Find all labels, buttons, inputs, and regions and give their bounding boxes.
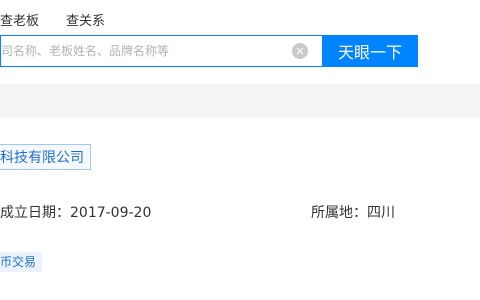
industry-tag[interactable]: 币交易 [0,252,43,272]
clear-icon[interactable]: × [292,43,308,59]
search-input[interactable] [1,36,287,66]
tab-relations[interactable]: 查关系 [66,10,105,29]
search-header: 查老板 查关系 × 天眼一下 [0,0,480,84]
established-date: 成立日期：2017-09-20 [0,205,152,221]
section-divider-band [0,84,480,118]
tab-boss[interactable]: 查老板 [0,10,39,29]
company-name-link[interactable]: 科技有限公司 [0,144,91,170]
search-button[interactable]: 天眼一下 [322,35,418,67]
search-box: × [0,35,322,67]
region: 所属地：四川 [311,205,395,221]
company-result-card: 科技有限公司 成立日期：2017-09-20 所属地：四川 币交易 [0,118,480,300]
